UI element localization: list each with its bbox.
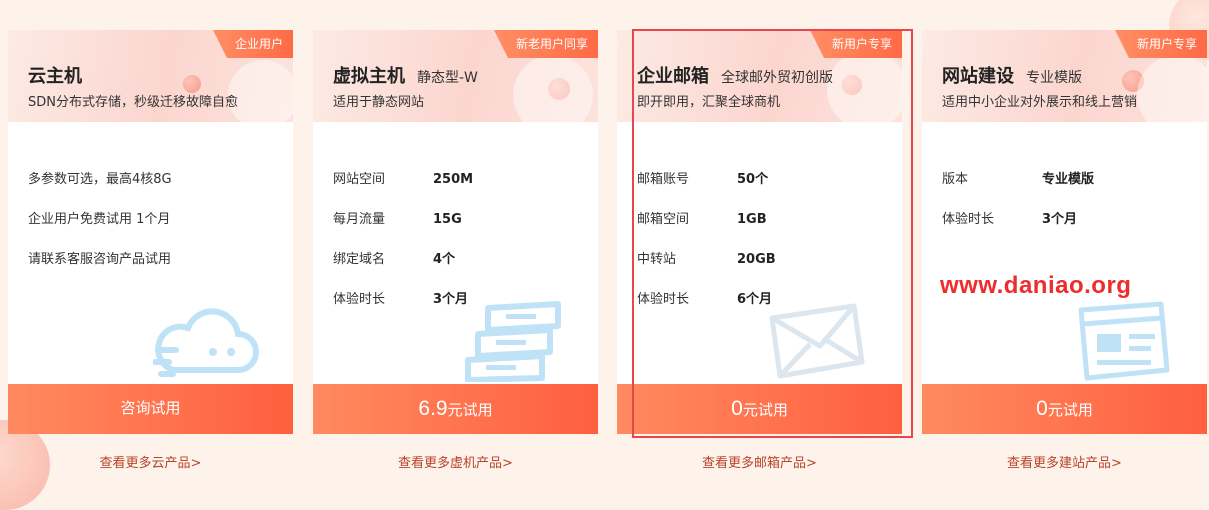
watermark-url: www.daniao.org (940, 272, 1132, 299)
spec-row: 邮箱空间 1GB (637, 210, 776, 250)
spec-label: 版本 (942, 172, 969, 187)
card-description: 适用中小企业对外展示和线上营销 (942, 95, 1138, 110)
user-tag: 企业用户 (212, 30, 293, 58)
spec-value: 1GB (737, 212, 767, 227)
cta-label: 元试用 (1047, 402, 1093, 419)
cta-price: 0 (731, 397, 743, 420)
card-title-text: 企业邮箱 (637, 66, 709, 87)
mail-trial-button[interactable]: 0元试用 (617, 384, 902, 434)
more-website-products-link[interactable]: 查看更多建站产品> (922, 452, 1207, 471)
spec-label: 绑定域名 (333, 252, 386, 267)
user-tag: 新老用户同享 (493, 30, 598, 58)
mail-icon (769, 303, 865, 379)
cta-price: 0 (1036, 397, 1048, 420)
card-title-text: 云主机 (28, 66, 82, 87)
card-title-text: 虚拟主机 (333, 66, 405, 87)
spec-value: 专业模版 (1042, 172, 1095, 187)
spec-list: 网站空间 250M 每月流量 15G 绑定域名 4个 体验时长 3个月 (333, 170, 473, 330)
card-subtitle: 静态型-W (417, 70, 478, 86)
card-title: 网站建设 专业模版 (942, 62, 1082, 88)
cta-label: 咨询试用 (120, 400, 181, 417)
card-title: 云主机 (28, 62, 82, 88)
spec-label: 邮箱空间 (637, 212, 690, 227)
spec-value: 3个月 (1042, 212, 1078, 227)
card-title-text: 网站建设 (942, 66, 1014, 87)
spec-list: 邮箱账号 50个 邮箱空间 1GB 中转站 20GB 体验时长 6个月 (637, 170, 776, 330)
feature-item: 多参数可选，最高4核8G (28, 172, 172, 187)
spec-label: 邮箱账号 (637, 172, 690, 187)
spec-label: 网站空间 (333, 172, 386, 187)
product-card-website-building: 新用户专享 网站建设 专业模版 适用中小企业对外展示和线上营销 版本 专业模版 体验… (922, 30, 1207, 434)
spec-value: 4个 (433, 252, 456, 267)
more-mail-products-link[interactable]: 查看更多邮箱产品> (617, 452, 902, 471)
cta-price: 6.9 (418, 397, 448, 420)
cloud-icon (153, 308, 259, 377)
card-description: 即开即用，汇聚全球商机 (637, 95, 781, 110)
feature-item: 请联系客服咨询产品试用 (28, 252, 172, 267)
spec-row: 中转站 20GB (637, 250, 776, 290)
spec-row: 版本 专业模版 (942, 170, 1094, 210)
product-card-cloud-host: 企业用户 云主机 SDN分布式存储，秒级迁移故障自愈 多参数可选，最高4核8G … (8, 30, 293, 434)
product-card-virtual-host: 新老用户同享 虚拟主机 静态型-W 适用于静态网站 网站空间 250M 每月流量 15… (313, 30, 598, 434)
spec-row: 邮箱账号 50个 (637, 170, 776, 210)
card-header: 新用户专享 企业邮箱 全球邮外贸初创版 即开即用，汇聚全球商机 (617, 30, 902, 122)
spec-row: 网站空间 250M (333, 170, 473, 210)
cta-label: 元试用 (742, 402, 788, 419)
spec-label: 中转站 (637, 252, 677, 267)
spec-row: 体验时长 3个月 (333, 290, 473, 330)
decorative-bubble (827, 50, 902, 122)
spec-row: 体验时长 6个月 (637, 290, 776, 330)
card-header: 新用户专享 网站建设 专业模版 适用中小企业对外展示和线上营销 (922, 30, 1207, 122)
spec-row: 体验时长 3个月 (942, 210, 1094, 250)
card-header: 新老用户同享 虚拟主机 静态型-W 适用于静态网站 (313, 30, 598, 122)
spec-value: 20GB (737, 252, 776, 267)
spec-label: 体验时长 (637, 292, 690, 307)
card-title: 虚拟主机 静态型-W (333, 62, 478, 88)
card-subtitle: 全球邮外贸初创版 (721, 70, 833, 86)
feature-list: 多参数可选，最高4核8G 企业用户免费试用 1个月 请联系客服咨询产品试用 (28, 170, 172, 290)
user-tag: 新用户专享 (809, 30, 902, 58)
more-virtual-host-products-link[interactable]: 查看更多虚机产品> (313, 452, 598, 471)
server-icon (465, 301, 561, 382)
card-description: 适用于静态网站 (333, 95, 425, 110)
website-trial-button[interactable]: 0元试用 (922, 384, 1207, 434)
decorative-bubble (1137, 55, 1207, 122)
decorative-bubble (513, 55, 593, 122)
spec-label: 体验时长 (333, 292, 386, 307)
spec-value: 250M (433, 172, 474, 187)
spec-list: 版本 专业模版 体验时长 3个月 (942, 170, 1094, 250)
card-header: 企业用户 云主机 SDN分布式存储，秒级迁移故障自愈 (8, 30, 293, 122)
product-card-enterprise-mail: 新用户专享 企业邮箱 全球邮外贸初创版 即开即用，汇聚全球商机 邮箱账号 50个 邮… (617, 30, 902, 434)
virtual-host-trial-button[interactable]: 6.9元试用 (313, 384, 598, 434)
card-title: 企业邮箱 全球邮外贸初创版 (637, 62, 833, 88)
website-icon (1078, 301, 1170, 381)
user-tag: 新用户专享 (1114, 30, 1207, 58)
spec-value: 15G (433, 212, 462, 227)
more-cloud-products-link[interactable]: 查看更多云产品> (8, 452, 293, 471)
feature-item: 企业用户免费试用 1个月 (28, 212, 171, 227)
spec-label: 每月流量 (333, 212, 386, 227)
consult-trial-button[interactable]: 咨询试用 (8, 384, 293, 434)
card-description: SDN分布式存储，秒级迁移故障自愈 (28, 95, 238, 110)
spec-row: 每月流量 15G (333, 210, 473, 250)
spec-label: 体验时长 (942, 212, 995, 227)
card-subtitle: 专业模版 (1026, 70, 1082, 86)
cta-label: 元试用 (447, 402, 493, 419)
spec-value: 50个 (737, 172, 769, 187)
spec-row: 绑定域名 4个 (333, 250, 473, 290)
